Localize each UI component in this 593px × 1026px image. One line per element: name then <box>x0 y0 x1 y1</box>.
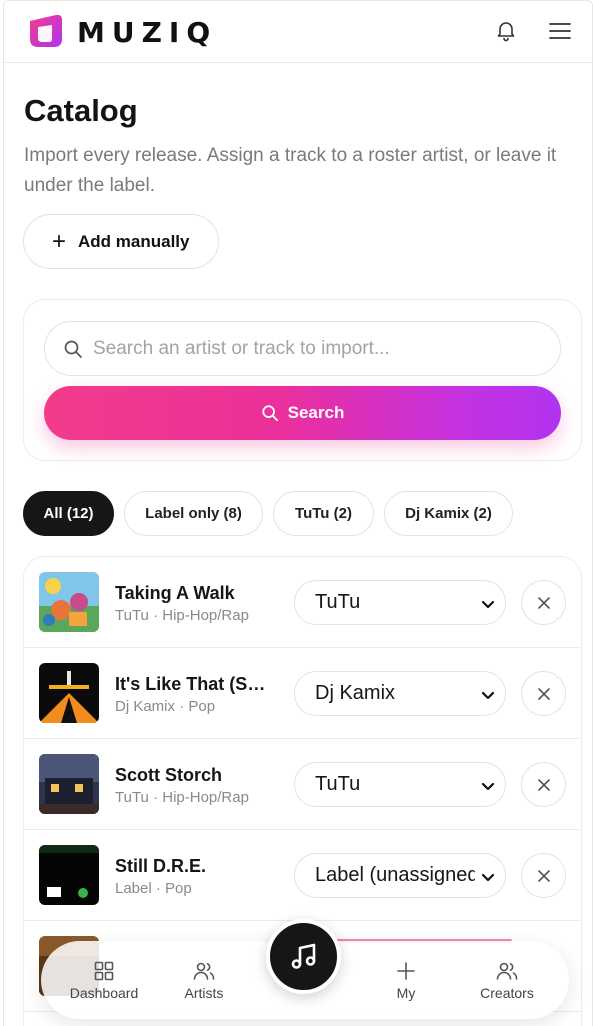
meta-separator: · <box>153 607 159 624</box>
add-manually-button[interactable]: + Add manually <box>23 214 219 269</box>
meta-separator: · <box>179 698 185 715</box>
grid-icon <box>94 961 114 981</box>
track-genre: Hip-Hop/Rap <box>162 607 249 624</box>
nav-creators[interactable]: Creators <box>462 959 552 1001</box>
brand-name: MUZIQ <box>77 16 218 49</box>
assign-artist-value: Label (unassigned) <box>315 864 475 886</box>
plus-icon: + <box>52 227 67 255</box>
search-icon <box>64 340 82 358</box>
track-row: Still D.R.E. Label · Pop Label (unassign… <box>24 830 581 921</box>
nav-artists[interactable]: Artists <box>159 959 249 1001</box>
track-genre: Pop <box>165 880 192 897</box>
assign-artist-value: TuTu <box>315 591 361 613</box>
track-genre: Hip-Hop/Rap <box>162 789 249 806</box>
meta-separator: · <box>153 789 159 806</box>
music-center-button[interactable] <box>266 919 341 994</box>
nav-dashboard-label: Dashboard <box>69 985 139 1001</box>
remove-track-button[interactable] <box>521 762 566 807</box>
remove-track-button[interactable] <box>521 853 566 898</box>
users-icon <box>496 962 518 980</box>
track-title: Taking A Walk <box>115 583 235 603</box>
nav-dashboard[interactable]: Dashboard <box>59 959 149 1001</box>
chevron-down-icon <box>481 873 495 882</box>
users-icon <box>193 962 215 980</box>
album-cover-image <box>39 845 99 905</box>
track-meta: Dj Kamix · Pop <box>115 698 215 716</box>
track-artist: TuTu <box>115 607 149 624</box>
add-manually-label: Add manually <box>78 231 190 251</box>
close-icon <box>537 869 550 882</box>
nav-creators-label: Creators <box>480 985 534 1001</box>
chevron-down-icon <box>481 691 495 700</box>
assign-artist-select[interactable]: Label (unassigned) <box>294 853 506 898</box>
track-title: Still D.R.E. <box>115 856 207 876</box>
remove-track-button[interactable] <box>521 671 566 716</box>
page-subtitle: Import every release. Assign a track to … <box>24 145 557 196</box>
assign-artist-value: TuTu <box>315 773 361 795</box>
page-title: Catalog <box>24 93 138 128</box>
filter-chips: All (12) Label only (8) TuTu (2) Dj Kami… <box>23 491 523 537</box>
meta-separator: · <box>155 880 161 897</box>
search-button-label: Search <box>287 403 345 422</box>
close-icon <box>537 596 550 609</box>
track-artist: Dj Kamix <box>115 698 176 715</box>
track-meta: Label · Pop <box>115 880 192 898</box>
top-header: MUZIQ <box>4 1 592 63</box>
app-frame: MUZIQ Catalog Import every release. Assi… <box>3 0 593 1026</box>
track-artist: Label <box>115 880 152 897</box>
close-icon <box>537 778 550 791</box>
assign-artist-select[interactable]: TuTu <box>294 762 506 807</box>
assign-artist-select[interactable]: TuTu <box>294 580 506 625</box>
filter-chip-tutu[interactable]: TuTu (2) <box>273 491 374 536</box>
track-title: Scott Storch <box>115 765 223 785</box>
nav-my[interactable]: My <box>361 959 451 1001</box>
bell-icon[interactable] <box>494 18 518 42</box>
filter-chip-label-only[interactable]: Label only (8) <box>124 491 263 536</box>
assign-artist-value: Dj Kamix <box>315 682 396 704</box>
music-note-icon <box>291 943 315 969</box>
close-icon <box>537 687 550 700</box>
remove-track-button[interactable] <box>521 580 566 625</box>
track-meta: TuTu · Hip-Hop/Rap <box>115 607 249 625</box>
plus-icon <box>397 962 415 980</box>
search-icon <box>261 405 278 422</box>
chevron-down-icon <box>481 782 495 791</box>
album-cover-image <box>39 572 99 632</box>
nav-my-label: My <box>396 985 416 1001</box>
album-cover-image <box>39 754 99 814</box>
muziq-logo-icon[interactable] <box>26 13 66 49</box>
hamburger-icon[interactable] <box>547 19 573 43</box>
search-input[interactable] <box>93 337 533 360</box>
track-artist: TuTu <box>115 789 149 806</box>
search-field[interactable] <box>44 321 561 376</box>
assign-artist-select[interactable]: Dj Kamix <box>294 671 506 716</box>
chevron-down-icon <box>481 600 495 609</box>
filter-chip-all[interactable]: All (12) <box>23 491 114 536</box>
track-title: It's Like That (Scott Storch Remix) <box>115 674 275 694</box>
nav-artists-label: Artists <box>184 985 224 1001</box>
track-row: Scott Storch TuTu · Hip-Hop/Rap TuTu <box>24 739 581 830</box>
filter-chip-dj-kamix[interactable]: Dj Kamix (2) <box>384 491 513 536</box>
track-row: It's Like That (Scott Storch Remix) Dj K… <box>24 648 581 739</box>
track-row: Taking A Walk TuTu · Hip-Hop/Rap TuTu <box>24 557 581 648</box>
track-genre: Pop <box>188 698 216 715</box>
search-button[interactable]: Search <box>44 386 561 440</box>
album-cover-image <box>39 663 99 723</box>
track-meta: TuTu · Hip-Hop/Rap <box>115 789 249 807</box>
import-search-card: Search <box>23 299 582 461</box>
